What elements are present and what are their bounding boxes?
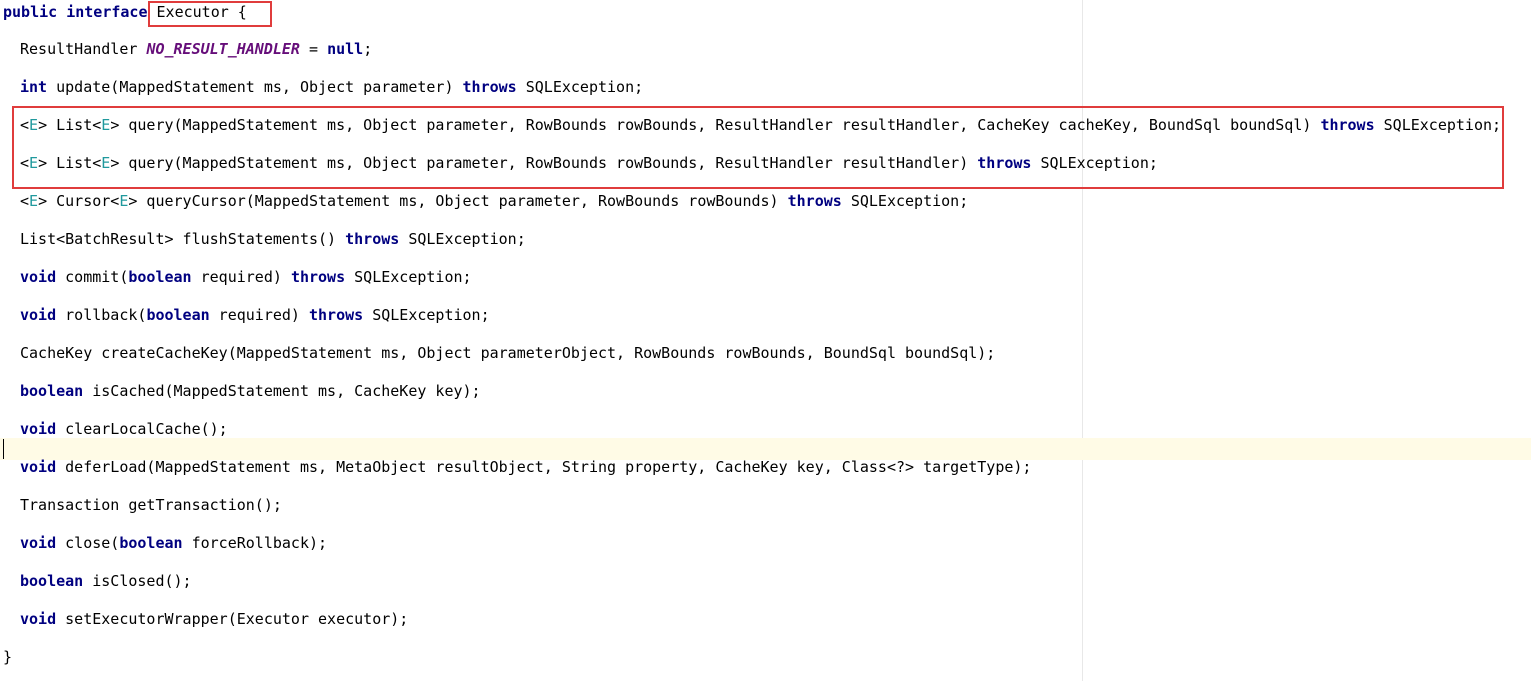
code-text: SQLException; bbox=[345, 268, 472, 286]
code-text: } bbox=[3, 648, 13, 666]
highlight-box-query-methods bbox=[12, 106, 1504, 189]
code-text: required) bbox=[209, 306, 309, 324]
code-text: deferLoad(MappedStatement ms, MetaObject… bbox=[56, 458, 1032, 476]
code-line-closing-brace[interactable]: } bbox=[3, 646, 12, 668]
keyword: interface bbox=[66, 3, 148, 21]
keyword: void bbox=[20, 420, 57, 438]
keyword: int bbox=[20, 78, 48, 96]
code-text: SQLException; bbox=[363, 306, 490, 324]
code-text: forceRollback); bbox=[182, 534, 328, 552]
code-line-no-result-handler[interactable]: ResultHandler NO_RESULT_HANDLER = null; bbox=[0, 38, 372, 60]
keyword: throws bbox=[787, 192, 842, 210]
keyword: boolean bbox=[128, 268, 192, 286]
keyword: boolean bbox=[119, 534, 183, 552]
keyword: void bbox=[20, 306, 57, 324]
constant-name: NO_RESULT_HANDLER bbox=[146, 40, 300, 58]
code-line-is-cached[interactable]: boolean isCached(MappedStatement ms, Cac… bbox=[0, 380, 481, 402]
code-text: SQLException; bbox=[841, 192, 969, 210]
keyword: void bbox=[20, 458, 57, 476]
highlight-box-executor bbox=[148, 1, 272, 27]
code-line-update[interactable]: int update(MappedStatement ms, Object pa… bbox=[0, 76, 643, 98]
code-text: rollback( bbox=[56, 306, 147, 324]
type-parameter: E bbox=[29, 192, 39, 210]
code-line-commit[interactable]: void commit(boolean required) throws SQL… bbox=[0, 266, 472, 288]
code-text: SQLException; bbox=[399, 230, 526, 248]
keyword: throws bbox=[462, 78, 517, 96]
code-text: Transaction getTransaction(); bbox=[20, 496, 282, 514]
code-editor[interactable]: public interface Executor { ResultHandle… bbox=[0, 0, 1531, 681]
code-text: CacheKey createCacheKey(MappedStatement … bbox=[20, 344, 996, 362]
keyword: throws bbox=[345, 230, 400, 248]
keyword: throws bbox=[309, 306, 364, 324]
code-text: < bbox=[20, 192, 30, 210]
code-line-defer-load[interactable]: void deferLoad(MappedStatement ms, MetaO… bbox=[0, 456, 1031, 478]
keyword: void bbox=[20, 610, 57, 628]
code-line-set-executor-wrapper[interactable]: void setExecutorWrapper(Executor executo… bbox=[0, 608, 408, 630]
code-text: > queryCursor(MappedStatement ms, Object… bbox=[128, 192, 788, 210]
keyword: void bbox=[20, 534, 57, 552]
code-line-create-cache-key[interactable]: CacheKey createCacheKey(MappedStatement … bbox=[0, 342, 995, 364]
code-line-flush-statements[interactable]: List<BatchResult> flushStatements() thro… bbox=[0, 228, 526, 250]
keyword: boolean bbox=[20, 382, 84, 400]
code-line-clear-local-cache[interactable]: void clearLocalCache(); bbox=[0, 418, 228, 440]
code-text: required) bbox=[191, 268, 291, 286]
code-line-rollback[interactable]: void rollback(boolean required) throws S… bbox=[0, 304, 490, 326]
code-text: update(MappedStatement ms, Object parame… bbox=[47, 78, 463, 96]
code-text: = bbox=[299, 40, 328, 58]
code-text: SQLException; bbox=[516, 78, 644, 96]
right-margin-guide bbox=[1082, 0, 1083, 681]
code-text: clearLocalCache(); bbox=[56, 420, 228, 438]
keyword: void bbox=[20, 268, 57, 286]
code-line-close[interactable]: void close(boolean forceRollback); bbox=[0, 532, 327, 554]
code-text: setExecutorWrapper(Executor executor); bbox=[56, 610, 409, 628]
code-line-query-cursor[interactable]: <E> Cursor<E> queryCursor(MappedStatemen… bbox=[0, 190, 968, 212]
keyword: throws bbox=[290, 268, 346, 286]
code-text: close( bbox=[56, 534, 120, 552]
code-text: ResultHandler bbox=[20, 40, 147, 58]
code-text: commit( bbox=[56, 268, 129, 286]
code-text: isClosed(); bbox=[83, 572, 192, 590]
code-text: isCached(MappedStatement ms, CacheKey ke… bbox=[83, 382, 481, 400]
keyword: public bbox=[3, 3, 58, 21]
code-text: List<BatchResult> flushStatements() bbox=[20, 230, 346, 248]
keyword: boolean bbox=[20, 572, 84, 590]
keyword: null bbox=[327, 40, 364, 58]
code-text: > Cursor< bbox=[38, 192, 120, 210]
code-text: ; bbox=[363, 40, 373, 58]
keyword: boolean bbox=[146, 306, 210, 324]
code-line-get-transaction[interactable]: Transaction getTransaction(); bbox=[0, 494, 282, 516]
code-line-is-closed[interactable]: boolean isClosed(); bbox=[0, 570, 192, 592]
